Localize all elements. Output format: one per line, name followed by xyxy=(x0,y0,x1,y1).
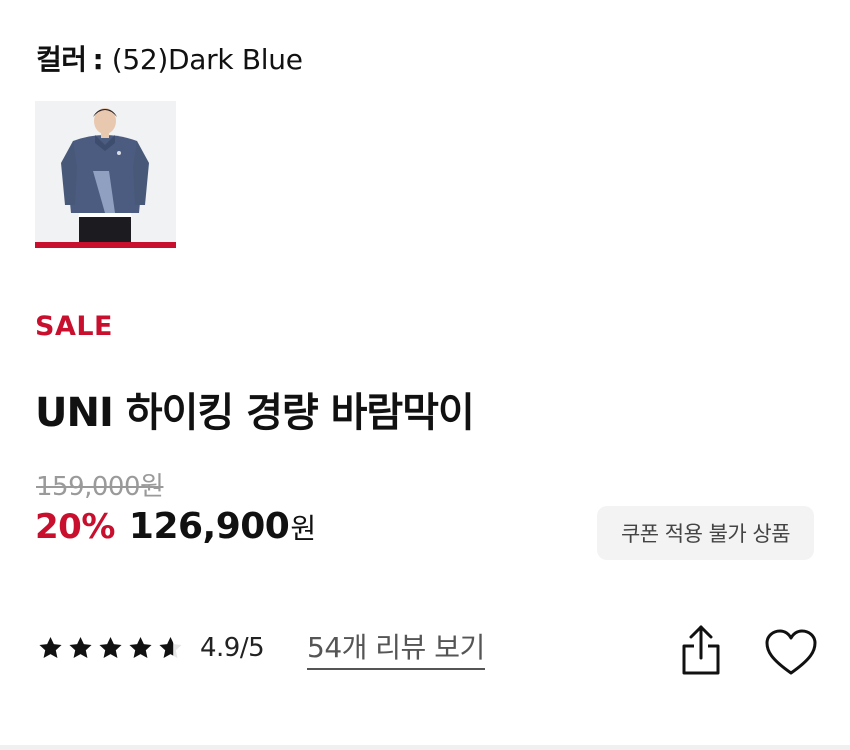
star-icon xyxy=(129,636,152,658)
product-thumbnail-image xyxy=(35,101,176,242)
color-value: (52)Dark Blue xyxy=(111,43,303,76)
star-half-icon xyxy=(159,636,182,658)
color-separator: : xyxy=(92,43,104,76)
review-link[interactable]: 54개 리뷰 보기 xyxy=(307,626,485,670)
product-title: UNI 하이킹 경량 바람막이 xyxy=(35,390,475,436)
color-swatch-dark-blue[interactable] xyxy=(35,101,176,248)
price-currency: 원 xyxy=(290,512,317,545)
color-label: 컬러 xyxy=(36,43,87,76)
product-detail-page: 컬러 : (52)Dark Blue SALE UNI 하이킹 경량 바람막이 … xyxy=(0,0,850,750)
wishlist-button[interactable] xyxy=(765,629,817,677)
rating-score: 4.9/5 xyxy=(200,633,265,663)
star-icon xyxy=(69,636,92,658)
share-icon xyxy=(682,625,720,675)
section-divider xyxy=(0,745,850,750)
heart-icon xyxy=(765,629,817,675)
star-icon xyxy=(39,636,62,658)
star-icon xyxy=(99,636,122,658)
rating-row: 4.9/5 xyxy=(37,626,265,670)
discount-rate: 20% xyxy=(35,507,115,547)
coupon-unavailable-badge: 쿠폰 적용 불가 상품 xyxy=(597,506,814,560)
star-rating xyxy=(37,635,187,661)
share-button[interactable] xyxy=(679,624,723,676)
original-price: 159,000원 xyxy=(36,472,164,502)
price-row: 20% 126,900 원 xyxy=(35,506,316,547)
color-option-row: 컬러 : (52)Dark Blue xyxy=(36,38,303,78)
sale-price: 126,900 xyxy=(128,506,290,547)
sale-label: SALE xyxy=(35,311,113,342)
